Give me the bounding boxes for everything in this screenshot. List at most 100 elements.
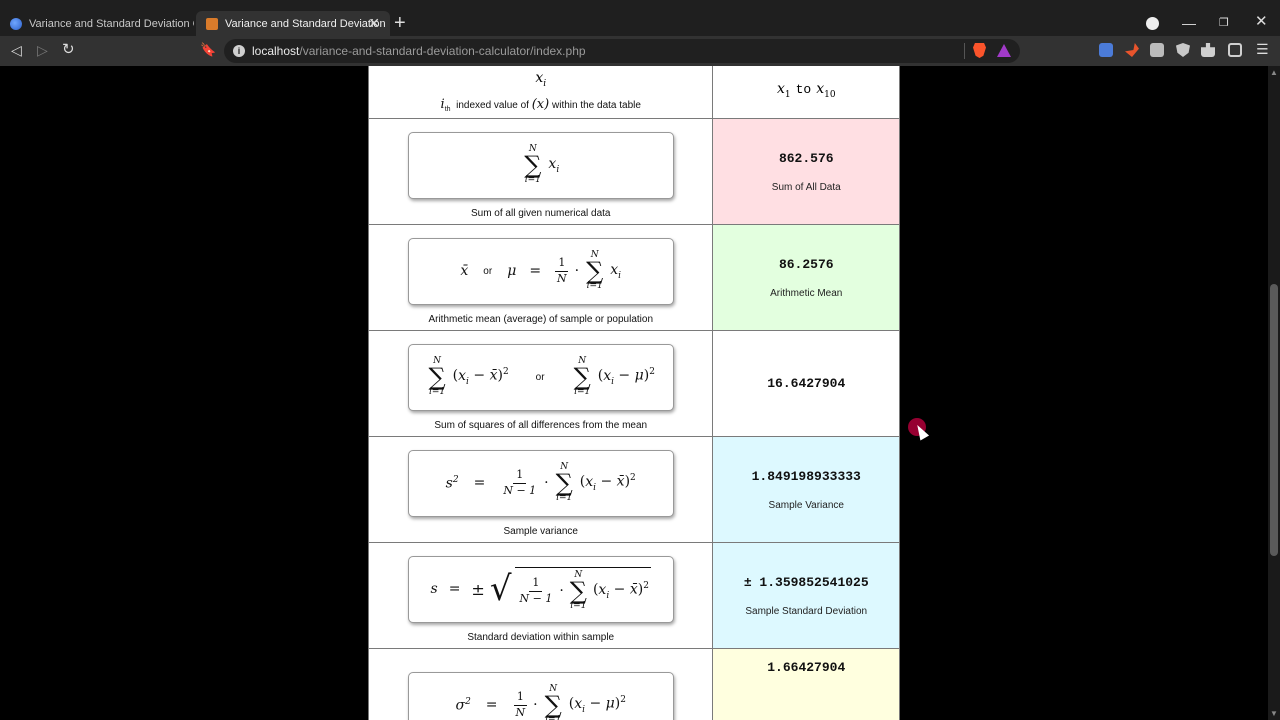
result-cell: ± 1.35985254102​5 Sample Standard Deviat… <box>712 542 900 649</box>
formula-cell: N ∑ i=1 (xi − x̄)2 or N ∑ i=1 (xi − μ)2 Sum … <box>367 330 714 437</box>
site-info-icon[interactable]: i <box>233 45 245 57</box>
tab-title: Variance and Standard Deviation Calcul <box>29 17 194 30</box>
sample-sd-formula: s = ± √ 1N − 1 · N ∑ i=1 (xi − x̄)2 <box>407 555 674 623</box>
minimize-icon[interactable]: — <box>1182 16 1196 30</box>
sum-formula: N ∑ i=1 xi <box>407 131 674 199</box>
table-row: x̄ or μ = 1N · N ∑ i=1 xi Arithmetic mean … <box>367 224 900 331</box>
formula-caption: Sample variance <box>503 525 578 537</box>
close-tab-icon[interactable]: ✕ <box>368 16 380 30</box>
caption-post: within the data table <box>552 100 641 112</box>
sigma-icon: N ∑ i=1 <box>428 356 446 397</box>
url-path: /variance-and-standard-deviation-calcula… <box>299 44 586 58</box>
xi-symbol: xi <box>369 70 712 89</box>
range-value: x1 to x10 <box>713 81 899 100</box>
sample-sd-value: ± 1.35985254102​5 <box>743 574 869 590</box>
sample-variance-formula: s2 = 1N − 1 · N ∑ i=1 (xi − x̄)2 <box>407 449 674 517</box>
mean-formula: x̄ or μ = 1N · N ∑ i=1 xi <box>407 237 674 305</box>
reload-icon[interactable]: ↻ <box>62 42 75 58</box>
formula-cell: xi ith indexed value of (x) within the d… <box>367 66 714 119</box>
tab-title: Variance and Standard Deviation <box>225 17 386 30</box>
radical-icon: √ <box>489 569 512 609</box>
formula-caption: Sum of all given numerical data <box>470 207 611 219</box>
formula-cell: σ2 = 1N · N ∑ i=1 (xi − μ)2 <box>367 648 714 720</box>
scroll-up-icon[interactable]: ▲ <box>1270 68 1278 77</box>
sum-of-squares-value: 16.6427904 <box>767 376 846 391</box>
sigma-icon: N ∑ i=1 <box>586 250 604 291</box>
range-from: x <box>776 81 785 98</box>
range-to-sub: 10 <box>824 89 836 100</box>
table-row: s = ± √ 1N − 1 · N ∑ i=1 (xi − x̄)2 Standa… <box>367 542 900 649</box>
url-host: localhost <box>252 44 300 58</box>
table-row: N ∑ i=1 xi Sum of all given numerical data… <box>367 118 900 225</box>
result-label: Sample Standard Deviation <box>745 605 868 617</box>
brave-rewards-icon[interactable] <box>997 44 1011 57</box>
result-cell: 1.66427904 <box>712 648 900 720</box>
result-label: Sum of All Data <box>771 181 841 193</box>
caption-math: (x) <box>531 97 550 113</box>
swift-extension-icon[interactable] <box>1125 43 1139 57</box>
menu-icon[interactable]: ☰ <box>1256 41 1269 58</box>
scrollbar-thumb[interactable] <box>1270 284 1278 556</box>
population-variance-formula: σ2 = 1N · N ∑ i=1 (xi − μ)2 <box>407 671 674 720</box>
url-text: localhost/variance-and-standard-deviatio… <box>252 44 586 58</box>
range-from-sub: 1 <box>784 89 791 100</box>
translate-extension-icon[interactable] <box>1099 43 1113 57</box>
page-scrollbar[interactable]: ▲ ▼ <box>1268 66 1280 720</box>
screenshot-extension-icon[interactable] <box>1150 43 1164 57</box>
close-window-icon[interactable]: ✕ <box>1255 14 1268 29</box>
bookmark-icon[interactable]: 🔖 <box>200 42 216 58</box>
or-text: or <box>483 265 493 277</box>
sigma-icon: N ∑ i=1 <box>524 144 542 185</box>
sum-of-squares-formula: N ∑ i=1 (xi − x̄)2 or N ∑ i=1 (xi − μ)2 <box>407 343 674 411</box>
sum-value: 862.576 <box>778 150 834 166</box>
table-row: σ2 = 1N · N ∑ i=1 (xi − μ)2 1.66427904 <box>367 648 900 720</box>
result-cell: 16.6427904 <box>712 330 900 437</box>
forward-icon[interactable]: ▷ <box>37 42 48 58</box>
range-to-word: to <box>795 82 812 98</box>
result-label: Arithmetic Mean <box>770 287 843 299</box>
formula-cell: s2 = 1N − 1 · N ∑ i=1 (xi − x̄)2 Sample va… <box>367 436 714 543</box>
new-tab-button[interactable]: + <box>394 13 406 33</box>
formula-caption: Standard deviation within sample <box>467 631 615 643</box>
brave-shields-icon[interactable] <box>973 43 986 58</box>
formula-cell: s = ± √ 1N − 1 · N ∑ i=1 (xi − x̄)2 Standa… <box>367 542 714 649</box>
shield-extension-icon[interactable] <box>1176 43 1190 57</box>
profile-icon[interactable] <box>1146 17 1159 30</box>
range-to: x <box>816 81 825 98</box>
tab-bar: Variance and Standard Deviation Calcul V… <box>0 0 1280 36</box>
or-text: or <box>535 371 545 383</box>
divider <box>964 43 965 59</box>
site-favicon-icon <box>10 17 22 30</box>
mean-value: 86.2576 <box>778 256 834 272</box>
population-variance-value: 1.66427904 <box>767 659 846 675</box>
wallet-icon[interactable] <box>1228 43 1242 57</box>
scroll-down-icon[interactable]: ▼ <box>1270 709 1278 718</box>
formula-caption: ith indexed value of (x) within the data… <box>369 97 712 113</box>
browser-toolbar: ◁ ▷ ↻ 🔖 i localhost/variance-and-standar… <box>0 36 1280 66</box>
sigma-icon: N ∑ i=1 <box>555 462 573 503</box>
sigma-icon: N ∑ i=1 <box>573 356 591 397</box>
address-bar[interactable]: i localhost/variance-and-standard-deviat… <box>224 39 1020 63</box>
symbol-sub: i <box>543 78 547 89</box>
page-viewport: xi ith indexed value of (x) within the d… <box>0 66 1268 720</box>
xampp-favicon-icon <box>206 17 218 30</box>
browser-tab-1[interactable]: Variance and Standard Deviation Calcul <box>0 11 194 36</box>
result-label: Sample Variance <box>768 499 844 511</box>
restore-icon[interactable]: ❐ <box>1219 16 1229 30</box>
formula-cell: x̄ or μ = 1N · N ∑ i=1 xi Arithmetic mean … <box>367 224 714 331</box>
table-row: xi ith indexed value of (x) within the d… <box>367 66 900 119</box>
caption-sub: th <box>444 106 451 114</box>
extensions-icon[interactable] <box>1201 43 1215 57</box>
back-icon[interactable]: ◁ <box>11 42 22 58</box>
formula-cell: N ∑ i=1 xi Sum of all given numerical data <box>367 118 714 225</box>
result-cell: 86.2576 Arithmetic Mean <box>712 224 900 331</box>
sigma-icon: N ∑ i=1 <box>569 570 587 611</box>
sample-variance-value: 1.849198933333 <box>751 468 861 484</box>
calculator-table: xi ith indexed value of (x) within the d… <box>367 66 900 720</box>
value-cell: x1 to x10 <box>712 66 900 119</box>
result-cell: 862.576 Sum of All Data <box>712 118 900 225</box>
formula-caption: Arithmetic mean (average) of sample or p… <box>428 313 654 325</box>
caption-text: indexed value of <box>456 100 529 112</box>
browser-tab-active[interactable]: Variance and Standard Deviation ✕ <box>196 11 390 36</box>
formula-caption: Sum of squares of all differences from t… <box>434 419 648 431</box>
